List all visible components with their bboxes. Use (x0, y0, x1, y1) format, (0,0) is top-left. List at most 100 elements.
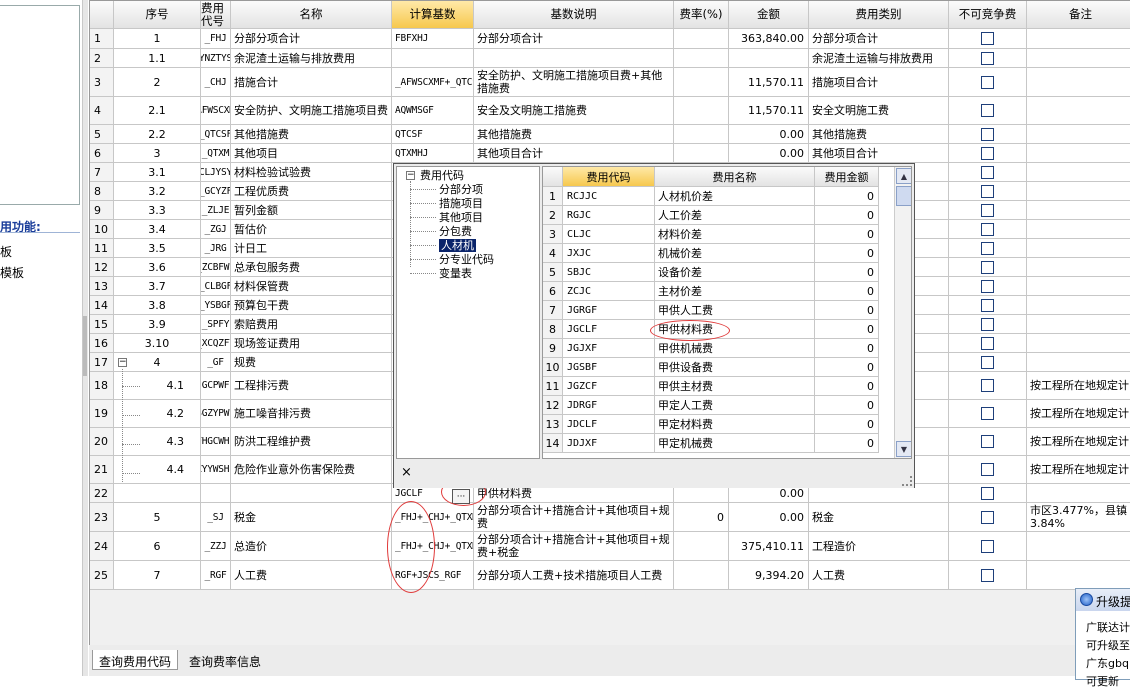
noncompetitive-cell[interactable] (949, 561, 1027, 590)
table-cell-note[interactable] (1027, 315, 1130, 334)
noncompetitive-checkbox[interactable] (981, 203, 994, 217)
table-cell-code[interactable]: _GF (201, 353, 231, 372)
table-cell-note[interactable] (1027, 144, 1130, 163)
noncompetitive-checkbox[interactable] (981, 510, 994, 524)
noncompetitive-cell[interactable] (949, 428, 1027, 456)
table-cell-amount[interactable] (729, 49, 809, 68)
table-cell-seq[interactable]: 4.4 (114, 456, 201, 484)
picker-cell[interactable]: 甲供人工费 (655, 301, 815, 320)
picker-cell[interactable]: 0 (815, 263, 879, 282)
table-cell-note[interactable] (1027, 68, 1130, 97)
table-cell-name[interactable]: 分部分项合计 (231, 29, 392, 49)
table-cell-rate[interactable] (674, 68, 729, 97)
picker-cell[interactable]: RCJJC (563, 187, 655, 206)
noncompetitive-checkbox[interactable] (981, 241, 994, 255)
picker-cell[interactable]: JDJXF (563, 434, 655, 453)
table-cell-note[interactable] (1027, 125, 1130, 144)
table-cell-code[interactable]: _YSBGF (201, 296, 231, 315)
table-cell-rate[interactable] (674, 29, 729, 49)
table-cell-note[interactable] (1027, 97, 1130, 125)
table-cell-base[interactable]: QTCSF (392, 125, 474, 144)
table-cell-note[interactable]: 按工程所在地规定计 (1027, 456, 1130, 484)
table-cell-note[interactable] (1027, 353, 1130, 372)
table-cell-note[interactable] (1027, 277, 1130, 296)
noncompetitive-checkbox[interactable] (981, 463, 994, 476)
table-cell-cat[interactable]: 人工费 (809, 561, 949, 590)
table-cell-code[interactable]: _AFWSCXMF (201, 97, 231, 125)
tree-item[interactable]: 措施项目 (439, 197, 483, 210)
picker-cell[interactable]: 0 (815, 396, 879, 415)
noncompetitive-checkbox[interactable] (981, 355, 994, 369)
table-cell-name[interactable]: 其他项目 (231, 144, 392, 163)
noncompetitive-cell[interactable] (949, 400, 1027, 428)
picker-cell[interactable]: JGRGF (563, 301, 655, 320)
table-cell-name[interactable]: 计日工 (231, 239, 392, 258)
table-cell-code[interactable]: _SJ (201, 503, 231, 532)
table-cell-seq[interactable]: 3.4 (114, 220, 201, 239)
table-cell-desc[interactable]: 分部分项合计+措施合计+其他项目+规费 (474, 503, 674, 532)
column-header-seq[interactable]: 序号 (114, 1, 201, 29)
table-cell-seq[interactable]: 3.1 (114, 163, 201, 182)
table-cell-rate[interactable] (674, 144, 729, 163)
picker-cell[interactable]: SBJC (563, 263, 655, 282)
picker-cell[interactable]: 设备价差 (655, 263, 815, 282)
picker-cell[interactable]: CLJC (563, 225, 655, 244)
picker-cell[interactable]: 甲定人工费 (655, 396, 815, 415)
noncompetitive-cell[interactable] (949, 68, 1027, 97)
table-cell-name[interactable]: 总承包服务费 (231, 258, 392, 277)
table-cell-seq[interactable]: 4.3 (114, 428, 201, 456)
picker-cell[interactable]: 0 (815, 244, 879, 263)
picker-cell[interactable]: 0 (815, 339, 879, 358)
table-cell-name[interactable]: 工程优质费 (231, 182, 392, 201)
table-cell-name[interactable]: 措施合计 (231, 68, 392, 97)
table-cell-rate[interactable] (674, 49, 729, 68)
table-cell-seq[interactable]: 3.8 (114, 296, 201, 315)
table-cell-seq[interactable]: 3 (114, 144, 201, 163)
table-cell-code[interactable]: _SPFY (201, 315, 231, 334)
table-cell-amount[interactable]: 363,840.00 (729, 29, 809, 49)
table-cell-code[interactable] (201, 484, 231, 503)
picker-cell[interactable]: 0 (815, 225, 879, 244)
table-cell-note[interactable] (1027, 296, 1130, 315)
picker-column-header[interactable] (543, 167, 563, 187)
table-cell-code[interactable]: _ZZJ (201, 532, 231, 561)
table-cell-code[interactable]: _RGF (201, 561, 231, 590)
picker-cell[interactable]: 0 (815, 415, 879, 434)
table-cell-code[interactable]: _CLBGF (201, 277, 231, 296)
table-cell-name[interactable]: 人工费 (231, 561, 392, 590)
column-header-noncomp[interactable]: 不可竞争费 (949, 1, 1027, 29)
picker-cell[interactable]: 0 (815, 320, 879, 339)
table-cell-rate[interactable] (674, 532, 729, 561)
picker-cell[interactable]: 甲供设备费 (655, 358, 815, 377)
table-cell-note[interactable] (1027, 29, 1130, 49)
table-cell-seq[interactable]: 4 (114, 353, 201, 372)
table-cell-note[interactable] (1027, 561, 1130, 590)
noncompetitive-checkbox[interactable] (981, 568, 994, 582)
noncompetitive-checkbox[interactable] (981, 165, 994, 179)
table-cell-desc[interactable] (474, 49, 674, 68)
table-cell-note[interactable]: 按工程所在地规定计 (1027, 372, 1130, 400)
table-cell-seq[interactable]: 2.2 (114, 125, 201, 144)
table-cell-seq[interactable]: 3.7 (114, 277, 201, 296)
noncompetitive-cell[interactable] (949, 315, 1027, 334)
table-cell-cat[interactable]: 分部分项合计 (809, 29, 949, 49)
table-cell-code[interactable]: FHGCWHF (201, 428, 231, 456)
column-header-base[interactable]: 计算基数 (392, 1, 474, 29)
table-cell-seq[interactable]: 4.2 (114, 400, 201, 428)
picker-cell[interactable]: JXJC (563, 244, 655, 263)
picker-cell[interactable]: JDCLF (563, 415, 655, 434)
scroll-up-icon[interactable]: ▲ (896, 168, 911, 184)
table-cell-rate[interactable] (674, 97, 729, 125)
table-cell-note[interactable] (1027, 334, 1130, 353)
noncompetitive-checkbox[interactable] (981, 184, 994, 198)
collapse-icon[interactable]: − (118, 358, 127, 367)
table-cell-name[interactable]: 材料检验试验费 (231, 163, 392, 182)
table-cell-note[interactable] (1027, 220, 1130, 239)
table-cell-name[interactable]: 施工噪音排污费 (231, 400, 392, 428)
table-cell-amount[interactable]: 0.00 (729, 503, 809, 532)
table-cell-cat[interactable]: 安全文明施工费 (809, 97, 949, 125)
column-header-desc[interactable]: 基数说明 (474, 1, 674, 29)
table-cell-seq[interactable]: 2 (114, 68, 201, 97)
noncompetitive-checkbox[interactable] (981, 32, 994, 45)
noncompetitive-cell[interactable] (949, 201, 1027, 220)
